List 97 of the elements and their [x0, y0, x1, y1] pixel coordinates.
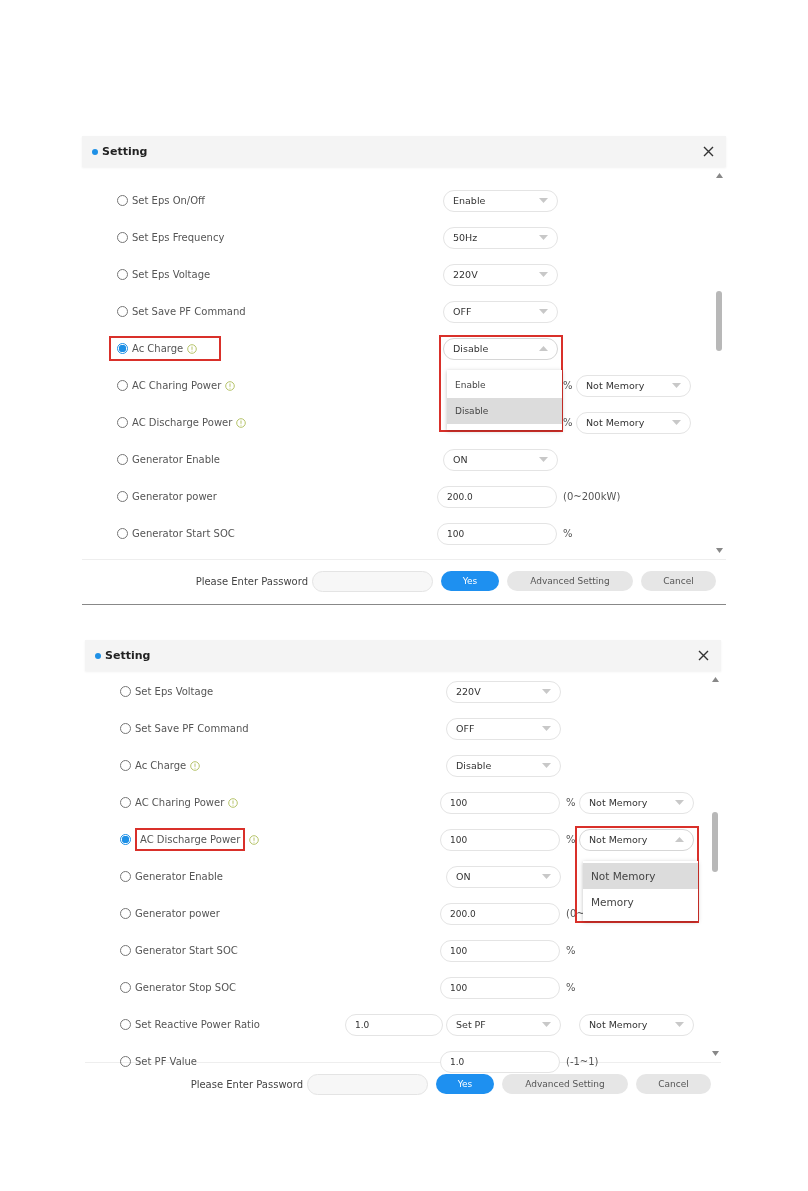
scrollbar-thumb[interactable] [716, 290, 722, 351]
caret-icon [539, 198, 548, 203]
caret-icon [539, 346, 548, 351]
dropdown-option[interactable]: Enable [447, 371, 562, 398]
caret-icon [675, 837, 684, 842]
dropdown[interactable]: Disable [443, 337, 558, 360]
setting-label: AC Charing Power [132, 380, 222, 391]
setting-label: Generator Stop SOC [135, 982, 237, 993]
input-field[interactable]: 100 [440, 828, 560, 851]
input-field[interactable]: 100 [440, 939, 560, 962]
unit-label: % [566, 797, 576, 808]
caret-icon [672, 383, 681, 388]
footer-button[interactable]: Advanced Setting [502, 1074, 628, 1094]
setting-label: Ac Charge [132, 343, 184, 354]
unit-label: (-1~1) [566, 1056, 599, 1067]
dropdown[interactable]: Disable [446, 754, 561, 777]
setting-label: Generator Start SOC [132, 528, 235, 539]
unit-label: % [563, 380, 573, 391]
close-icon[interactable] [698, 650, 709, 661]
dot-icon [95, 652, 101, 659]
setting-label: Generator Enable [132, 454, 221, 465]
dropdown[interactable]: 50Hz [443, 226, 558, 249]
caret-icon [542, 1022, 551, 1027]
unit-label: % [566, 834, 576, 845]
dropdown-option[interactable]: Disable [447, 397, 562, 424]
highlighted-label: AC Discharge Power [135, 828, 246, 851]
input-field[interactable]: 1.0 [345, 1013, 443, 1036]
radio-button[interactable] [117, 343, 128, 354]
caret-icon [539, 272, 548, 277]
caret-icon [675, 1022, 684, 1027]
caret-icon [542, 726, 551, 731]
setting-label: Set Eps Voltage [132, 269, 211, 280]
setting-label: Set Eps On/Off [132, 195, 205, 206]
caret-icon [672, 420, 681, 425]
dropdown[interactable]: ON [443, 448, 558, 471]
unit-label: % [566, 982, 576, 993]
setting-label: Set Eps Frequency [132, 232, 225, 243]
password-field[interactable] [307, 1073, 428, 1095]
dropdown[interactable]: Not Memory [579, 828, 694, 851]
setting-label: Set Save PF Command [135, 723, 249, 734]
setting-label: Generator power [132, 491, 217, 502]
setting-label: Set Eps Voltage [135, 686, 214, 697]
setting-label: Set Reactive Power Ratio [135, 1019, 260, 1030]
scroll-down-icon[interactable] [711, 1051, 719, 1056]
dot-icon [92, 148, 98, 155]
unit-label: (0~200kW) [563, 491, 621, 502]
input-field[interactable]: 1.0 [440, 1050, 560, 1073]
dropdown[interactable]: ON [446, 865, 561, 888]
dialog-title: Setting [105, 649, 152, 662]
scroll-down-icon[interactable] [715, 548, 723, 553]
caret-icon [675, 800, 684, 805]
dropdown[interactable]: 220V [443, 263, 558, 286]
dropdown[interactable]: Not Memory [579, 1013, 694, 1036]
setting-label: Generator power [135, 908, 220, 919]
scroll-up-icon[interactable] [711, 677, 719, 682]
unit-label: % [563, 528, 573, 539]
setting-label: Set PF Value [135, 1056, 198, 1067]
radio-button[interactable] [120, 834, 131, 845]
unit-label: % [563, 417, 573, 428]
setting-label: Ac Charge [135, 760, 187, 771]
setting-label: Set Save PF Command [132, 306, 246, 317]
dropdown-option[interactable]: Not Memory [583, 862, 698, 889]
scroll-up-icon[interactable] [715, 173, 723, 178]
dropdown[interactable]: OFF [443, 300, 558, 323]
dropdown[interactable]: Set PF [446, 1013, 561, 1036]
footer-button[interactable]: Advanced Setting [507, 571, 633, 591]
password-label: Please Enter Password [195, 575, 308, 587]
setting-label: Generator Start SOC [135, 945, 238, 956]
dropdown[interactable]: Not Memory [579, 791, 694, 814]
password-field[interactable] [312, 570, 433, 592]
caret-icon [539, 457, 548, 462]
dropdown[interactable]: OFF [446, 717, 561, 740]
input-field[interactable]: 100 [440, 791, 560, 814]
scrollbar-thumb[interactable] [712, 812, 718, 873]
input-field[interactable]: 100 [437, 522, 557, 545]
caret-icon [539, 309, 548, 314]
dialog-title: Setting [102, 145, 149, 158]
input-field[interactable]: 100 [440, 976, 560, 999]
caret-icon [542, 763, 551, 768]
unit-label: % [566, 945, 576, 956]
footer-button[interactable]: Cancel [636, 1074, 711, 1094]
caret-icon [542, 689, 551, 694]
dropdown[interactable]: Not Memory [576, 374, 691, 397]
input-field[interactable]: 200.0 [440, 902, 560, 925]
caret-icon [542, 874, 551, 879]
dropdown[interactable]: 220V [446, 680, 561, 703]
input-field[interactable]: 200.0 [437, 485, 557, 508]
setting-label: AC Charing Power [135, 797, 225, 808]
close-icon[interactable] [703, 146, 714, 157]
dropdown[interactable]: Not Memory [576, 411, 691, 434]
setting-label: AC Discharge Power [132, 417, 233, 428]
caret-icon [539, 235, 548, 240]
setting-label: Generator Enable [135, 871, 224, 882]
dropdown[interactable]: Enable [443, 189, 558, 212]
dropdown-option[interactable]: Memory [583, 888, 698, 915]
password-label: Please Enter Password [190, 1078, 303, 1090]
footer-button[interactable]: Cancel [641, 571, 716, 591]
